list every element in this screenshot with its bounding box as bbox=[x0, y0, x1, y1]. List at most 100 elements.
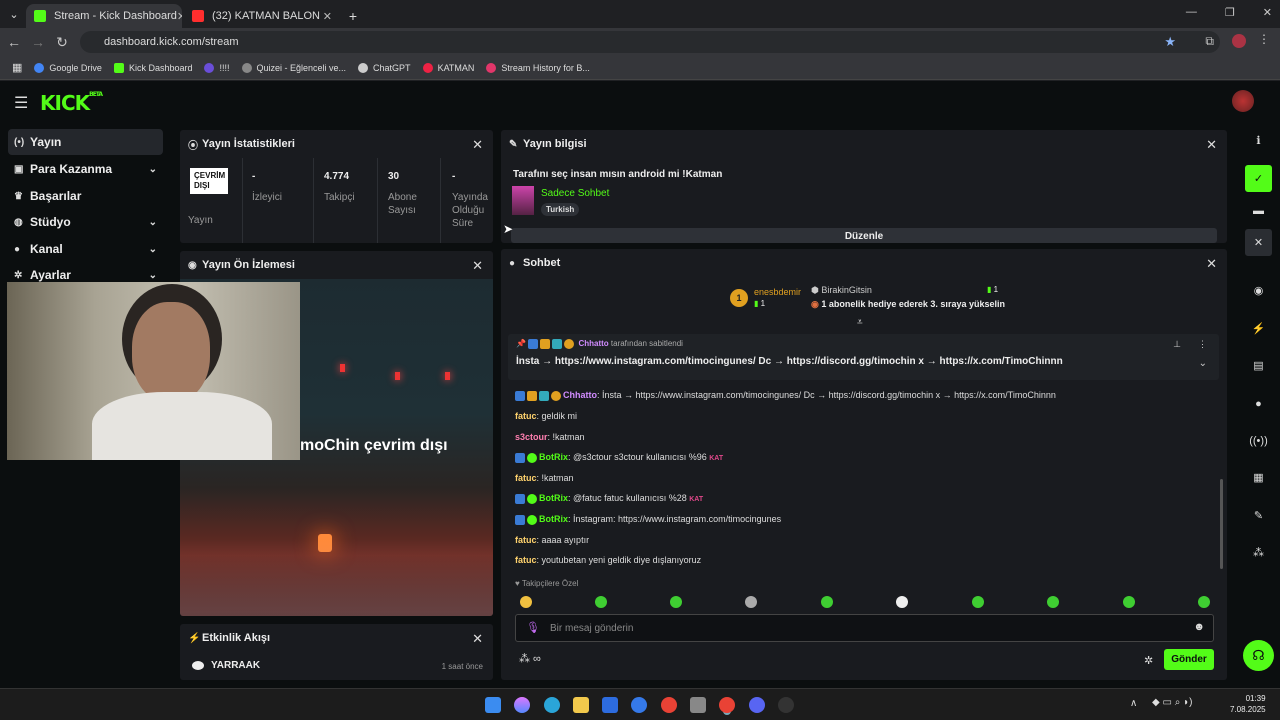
sidebar-item-studyo[interactable]: ◍ Stüdyo ⌄ bbox=[8, 209, 163, 235]
activity-feed-panel: ⚡ Etkinlik Akışı ✕ YARRAAK 1 saat önce bbox=[180, 624, 493, 680]
forward-icon[interactable]: → bbox=[26, 34, 50, 50]
menu-dots-icon[interactable]: ⋮ bbox=[1258, 32, 1270, 46]
minimize-icon[interactable]: — bbox=[1186, 6, 1197, 19]
extensions-icon[interactable]: ⧉ bbox=[1205, 34, 1214, 49]
lightning-icon[interactable]: ⚡ bbox=[1245, 315, 1272, 342]
emote-icon[interactable] bbox=[896, 596, 908, 608]
pin-icon[interactable]: ⊥ bbox=[1173, 339, 1181, 350]
discord-icon[interactable] bbox=[749, 697, 765, 713]
apps-icon[interactable]: ⁂ bbox=[1245, 539, 1272, 566]
emote-icon[interactable] bbox=[821, 596, 833, 608]
bookmark-katman[interactable]: KATMAN bbox=[422, 62, 474, 73]
broadcast-icon[interactable]: ((•)) bbox=[1245, 427, 1272, 454]
chrome-icon[interactable] bbox=[719, 697, 735, 713]
tab-list-button[interactable]: ⌄ bbox=[4, 6, 24, 22]
chat-input[interactable]: 🎙 Bir mesaj gönderin ☻ bbox=[515, 614, 1214, 642]
microphone-icon[interactable]: 🎙 bbox=[526, 621, 540, 634]
chrome-icon[interactable] bbox=[661, 697, 677, 713]
bookmark-chatgpt[interactable]: ChatGPT bbox=[358, 62, 411, 73]
tab-kick-dashboard[interactable]: Stream - Kick Dashboard ✕ bbox=[26, 4, 182, 28]
category-link[interactable]: Sadece Sohbet bbox=[541, 188, 609, 199]
chat-icon: ● bbox=[509, 257, 516, 269]
send-button[interactable]: Gönder bbox=[1164, 649, 1214, 670]
wrench-icon[interactable]: ✎ bbox=[1245, 502, 1272, 529]
tab-youtube[interactable]: (32) KATMAN BALON DATES YA ✕ bbox=[184, 4, 340, 28]
chatgpt-icon bbox=[358, 62, 369, 73]
obs-icon[interactable] bbox=[778, 697, 794, 713]
close-icon[interactable]: ✕ bbox=[1206, 256, 1217, 272]
sidebar-item-basarilar[interactable]: ♛ Başarılar bbox=[8, 183, 163, 209]
chevron-down-icon: ⌄ bbox=[148, 163, 157, 175]
hamburger-menu-icon[interactable]: ☰ bbox=[14, 93, 28, 113]
layout-icon[interactable]: ▬ bbox=[1245, 197, 1272, 224]
clock[interactable]: 01:39 7.08.2025 bbox=[1230, 693, 1266, 715]
close-icon[interactable]: ✕ bbox=[472, 631, 483, 647]
sidebar-item-kanal[interactable]: ● Kanal ⌄ bbox=[8, 236, 163, 262]
close-tab-icon[interactable]: ✕ bbox=[323, 10, 332, 23]
emote-icon[interactable] bbox=[520, 596, 532, 608]
close-tab-icon[interactable]: ✕ bbox=[177, 10, 182, 23]
emote-icon[interactable] bbox=[1123, 596, 1135, 608]
emote-icon[interactable] bbox=[1047, 596, 1059, 608]
emote-icon[interactable] bbox=[595, 596, 607, 608]
back-icon[interactable]: ← bbox=[2, 34, 26, 50]
restore-icon[interactable]: ❐ bbox=[1225, 6, 1235, 19]
info-icon[interactable]: ℹ bbox=[1245, 127, 1272, 154]
settings-gear-icon[interactable]: ✲ bbox=[1144, 654, 1153, 667]
chat-message: fatuc: geldik mi bbox=[515, 411, 578, 421]
bookmark-stream-history[interactable]: Stream History for B... bbox=[486, 62, 590, 73]
emote-icon[interactable] bbox=[1198, 596, 1210, 608]
sidebar-item-yayin[interactable]: (•) Yayın bbox=[8, 129, 163, 155]
collapse-arrow-icon[interactable]: ⩡ bbox=[857, 317, 863, 328]
user-avatar[interactable] bbox=[1232, 90, 1254, 112]
close-icon[interactable]: ✕ bbox=[472, 137, 483, 153]
chat-tools-icon[interactable]: ⁂ ∞ bbox=[519, 652, 541, 665]
window-close-icon[interactable]: ✕ bbox=[1263, 6, 1272, 19]
panel-header: ⦿ Yayın İstatistikleri bbox=[188, 138, 295, 152]
bookmark-exclamation[interactable]: !!!! bbox=[204, 62, 230, 73]
apps-grid-icon[interactable]: ▦ bbox=[12, 61, 22, 74]
app-icon[interactable] bbox=[631, 697, 647, 713]
kick-logo[interactable]: KICKBETA bbox=[40, 91, 103, 115]
copilot-icon[interactable] bbox=[514, 697, 530, 713]
app-icon[interactable] bbox=[690, 697, 706, 713]
new-tab-button[interactable]: + bbox=[342, 4, 364, 28]
chat-icon[interactable]: ● bbox=[1245, 390, 1272, 417]
close-icon[interactable]: ✕ bbox=[472, 258, 483, 274]
katman-emote-icon: KAT bbox=[709, 455, 724, 462]
offline-status-badge: ÇEVRİM DIŞI bbox=[190, 168, 228, 194]
checkmark-icon[interactable]: ✓ bbox=[1245, 165, 1272, 192]
mod-icon[interactable]: ▦ bbox=[1245, 464, 1272, 491]
document-icon[interactable]: ▤ bbox=[1245, 352, 1272, 379]
close-icon[interactable]: ✕ bbox=[1206, 137, 1217, 153]
url-field[interactable]: dashboard.kick.com/stream ★ bbox=[80, 31, 1220, 53]
category-thumbnail bbox=[512, 186, 534, 215]
file-explorer-icon[interactable] bbox=[573, 697, 589, 713]
store-icon[interactable] bbox=[602, 697, 618, 713]
emote-icon[interactable] bbox=[972, 596, 984, 608]
bookmark-google-drive[interactable]: Google Drive bbox=[34, 62, 102, 73]
windows-start-icon[interactable] bbox=[485, 697, 501, 713]
emote-icon[interactable] bbox=[670, 596, 682, 608]
emoji-icon[interactable]: ☻ bbox=[1193, 621, 1205, 633]
pin-icon: 📌 bbox=[516, 339, 526, 349]
close-layout-icon[interactable]: ✕ bbox=[1245, 229, 1272, 256]
profile-icon[interactable] bbox=[1232, 34, 1246, 48]
chevron-down-icon[interactable]: ⌄ bbox=[1199, 358, 1207, 369]
emote-icon[interactable] bbox=[745, 596, 757, 608]
bookmark-quizei[interactable]: Quizei - Eğlenceli ve... bbox=[241, 62, 346, 73]
reload-icon[interactable]: ↻ bbox=[50, 34, 74, 51]
chat-message: BotRix: İnstagram: https://www.instagram… bbox=[515, 514, 781, 525]
preview-icon[interactable]: ◉ bbox=[1245, 277, 1272, 304]
bookmark-kick-dashboard[interactable]: Kick Dashboard bbox=[113, 62, 192, 73]
tray-icons[interactable]: ◆ ▭ ⌕ ◗) bbox=[1152, 697, 1192, 708]
bookmark-star-icon[interactable]: ★ bbox=[1164, 34, 1176, 50]
edge-icon[interactable] bbox=[544, 697, 560, 713]
help-headset-icon[interactable]: ☊ bbox=[1243, 640, 1274, 671]
gift-gifter-count: ▮ 1 bbox=[987, 285, 999, 294]
sidebar-item-para-kazanma[interactable]: ▣ Para Kazanma ⌄ bbox=[8, 156, 163, 182]
tray-chevron-icon[interactable]: ∧ bbox=[1130, 698, 1137, 709]
edit-button[interactable]: Düzenle bbox=[511, 228, 1217, 243]
chat-scrollbar[interactable] bbox=[1220, 479, 1223, 569]
more-options-icon[interactable]: ⋮ bbox=[1198, 339, 1207, 350]
